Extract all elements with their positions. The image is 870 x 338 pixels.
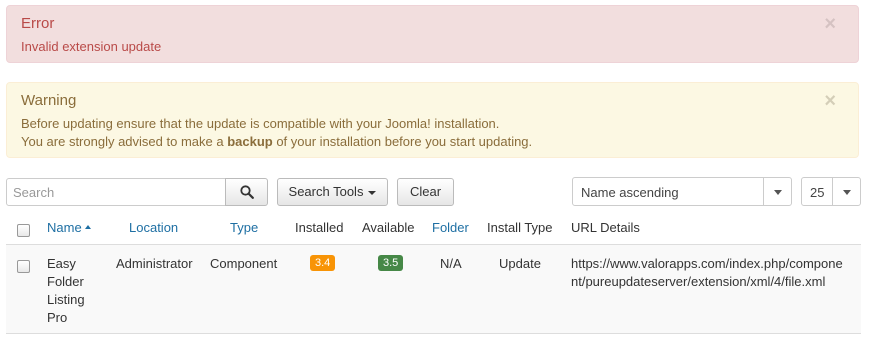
select-all-checkbox[interactable] bbox=[17, 224, 30, 237]
sort-select[interactable]: Name ascending bbox=[572, 177, 792, 206]
header-installed: Installed bbox=[295, 220, 344, 235]
caret-down-icon bbox=[368, 190, 377, 195]
extension-name-line: Folder bbox=[47, 274, 84, 289]
warning-message: Before updating ensure that the update i… bbox=[21, 115, 532, 151]
search-tools-button[interactable]: Search Tools bbox=[277, 178, 388, 206]
clear-button[interactable]: Clear bbox=[397, 178, 454, 206]
chevron-down-icon bbox=[832, 178, 860, 205]
table-row: Easy Folder Listing Pro Administrator Co… bbox=[6, 245, 861, 334]
limit-select[interactable]: 25 bbox=[801, 177, 861, 206]
warning-line-2-start: You are strongly advised to make a bbox=[21, 134, 228, 149]
error-alert: Error Invalid extension update × bbox=[6, 5, 859, 63]
chevron-down-icon bbox=[763, 178, 791, 205]
limit-select-value: 25 bbox=[810, 185, 825, 200]
url-line: nt/pureupdateserver/extension/xml/4/file… bbox=[571, 274, 826, 289]
search-icon bbox=[239, 184, 254, 199]
extension-name: Easy Folder Listing Pro bbox=[47, 255, 85, 327]
sort-ascending-icon bbox=[84, 224, 91, 229]
error-title: Error bbox=[21, 15, 55, 32]
warning-line-1: Before updating ensure that the update i… bbox=[21, 116, 500, 131]
error-message: Invalid extension update bbox=[21, 39, 162, 54]
search-input[interactable] bbox=[6, 178, 226, 206]
extension-name-line: Easy bbox=[47, 256, 76, 271]
header-url-details: URL Details bbox=[571, 220, 640, 235]
header-name-label: Name bbox=[47, 220, 82, 235]
extension-url-details: https://www.valorapps.com/index.php/comp… bbox=[571, 255, 843, 291]
header-type[interactable]: Type bbox=[230, 220, 258, 235]
search-button[interactable] bbox=[225, 178, 268, 206]
extension-name-line: Pro bbox=[47, 310, 68, 325]
extension-install-type: Update bbox=[499, 256, 541, 271]
header-folder[interactable]: Folder bbox=[432, 220, 469, 235]
extension-location: Administrator bbox=[116, 256, 193, 271]
installed-version-badge: 3.4 bbox=[310, 255, 336, 271]
table-header: Name Location Type Installed Available F… bbox=[6, 210, 861, 245]
warning-alert: Warning Before updating ensure that the … bbox=[6, 82, 859, 158]
header-install-type: Install Type bbox=[487, 220, 553, 235]
header-available: Available bbox=[362, 220, 415, 235]
warning-title: Warning bbox=[21, 92, 77, 109]
header-location[interactable]: Location bbox=[129, 220, 178, 235]
sort-select-value: Name ascending bbox=[581, 185, 679, 200]
available-version-badge: 3.5 bbox=[378, 255, 404, 271]
row-checkbox[interactable] bbox=[17, 260, 30, 273]
extension-folder: N/A bbox=[440, 256, 462, 271]
url-line: https://www.valorapps.com/index.php/comp… bbox=[571, 256, 843, 271]
extension-name-line: Listing bbox=[47, 292, 85, 307]
close-icon[interactable]: × bbox=[824, 91, 836, 111]
warning-line-2-end: of your installation before you start up… bbox=[272, 134, 533, 149]
extension-type: Component bbox=[210, 256, 278, 271]
backup-emphasis: backup bbox=[227, 134, 273, 149]
search-tools-label: Search Tools bbox=[288, 184, 364, 199]
close-icon[interactable]: × bbox=[824, 14, 836, 34]
warning-line-2: You are strongly advised to make a backu… bbox=[21, 133, 532, 151]
header-name[interactable]: Name bbox=[47, 220, 91, 235]
